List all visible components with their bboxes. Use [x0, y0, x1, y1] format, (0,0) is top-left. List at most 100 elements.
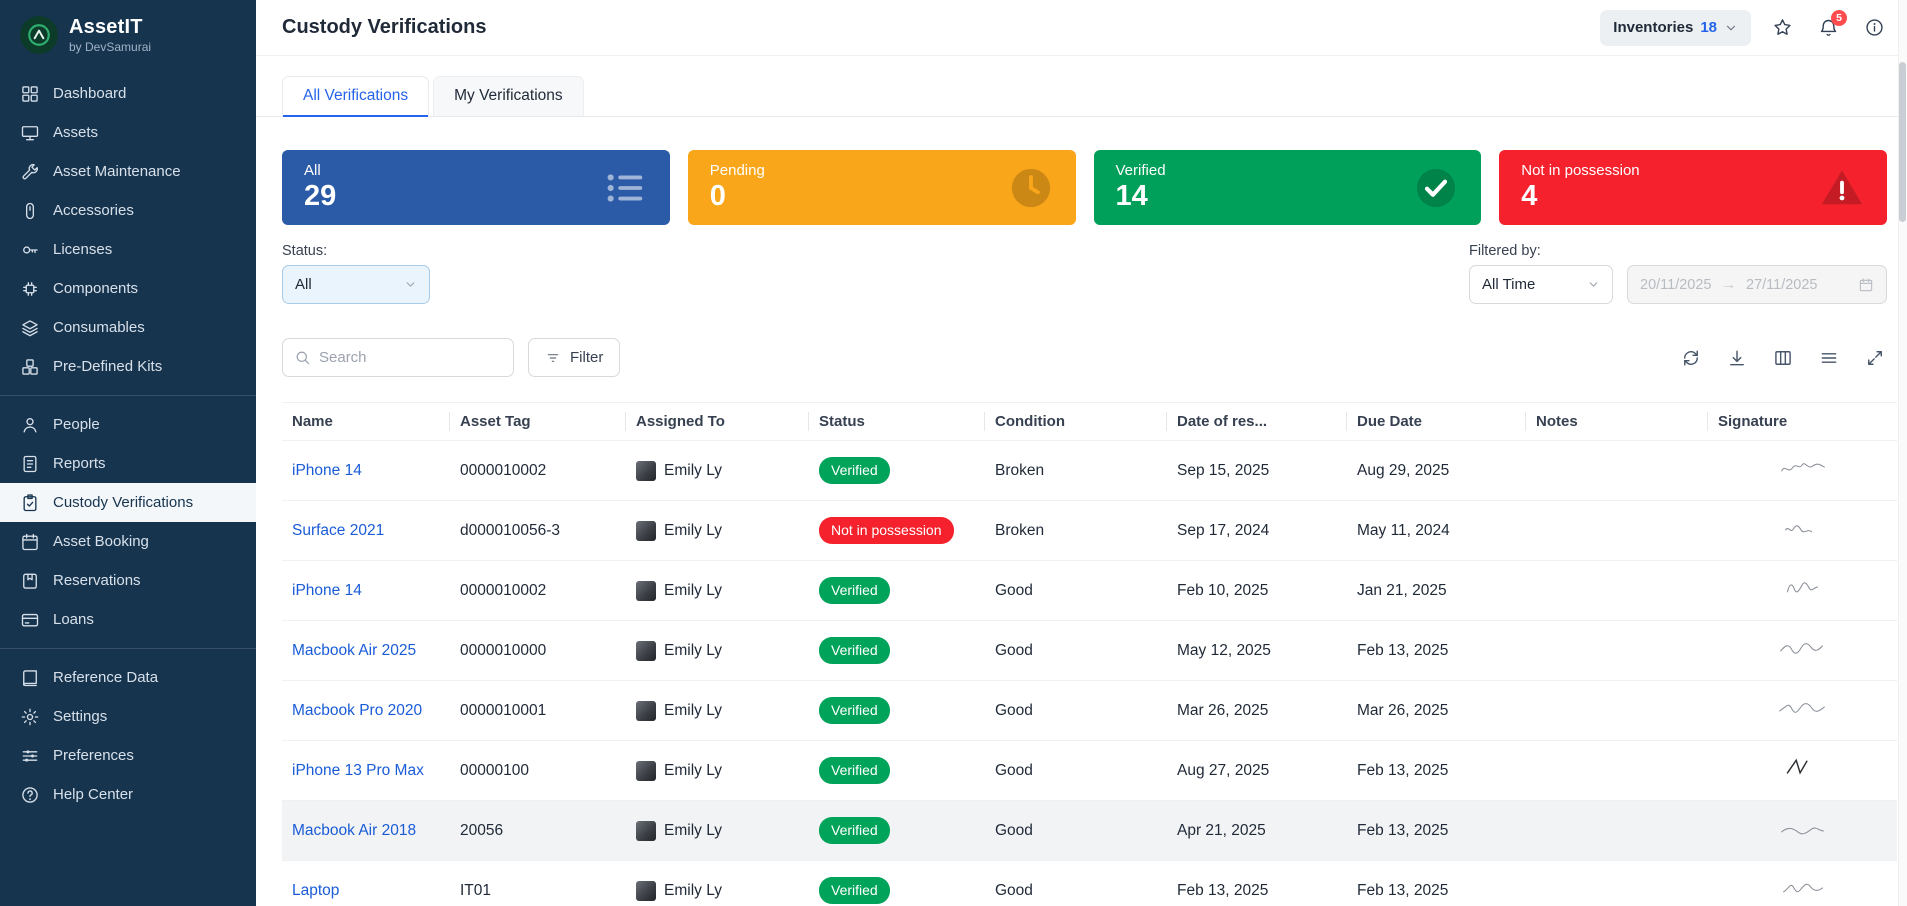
filter-button-label: Filter: [570, 349, 603, 366]
condition-value: Good: [995, 762, 1033, 779]
avatar: [636, 701, 656, 721]
sidebar-item-assets[interactable]: Assets: [0, 113, 256, 152]
table-row[interactable]: iPhone 140000010002Emily LyVerifiedGoodF…: [282, 561, 1897, 621]
asset-name-link[interactable]: Macbook Air 2025: [292, 642, 416, 659]
expand-button[interactable]: [1863, 346, 1887, 370]
notifications-button[interactable]: 5: [1813, 13, 1843, 43]
column-header-due-date[interactable]: Due Date: [1347, 403, 1526, 441]
asset-name-link[interactable]: Macbook Air 2018: [292, 822, 416, 839]
column-header-signature[interactable]: Signature: [1708, 403, 1897, 441]
sidebar-item-help-center[interactable]: Help Center: [0, 775, 256, 814]
column-header-notes[interactable]: Notes: [1526, 403, 1708, 441]
asset-name-link[interactable]: iPhone 14: [292, 462, 362, 479]
sidebar-item-dashboard[interactable]: Dashboard: [0, 74, 256, 113]
column-header-assigned-to[interactable]: Assigned To: [626, 403, 809, 441]
sidebar-item-label: Pre-Defined Kits: [53, 358, 162, 375]
date-range-picker[interactable]: 20/11/2025 → 27/11/2025: [1627, 265, 1887, 304]
filter-button[interactable]: Filter: [528, 338, 620, 377]
table-row[interactable]: Macbook Air 201820056Emily LyVerifiedGoo…: [282, 801, 1897, 861]
stat-card-not-in-possession[interactable]: Not in possession4: [1499, 150, 1887, 225]
sidebar: AssetIT by DevSamurai DashboardAssetsAss…: [0, 0, 256, 906]
sidebar-item-asset-booking[interactable]: Asset Booking: [0, 522, 256, 561]
favorite-star-button[interactable]: [1767, 13, 1797, 43]
density-button[interactable]: [1817, 346, 1841, 370]
asset-name-link[interactable]: Surface 2021: [292, 522, 384, 539]
vertical-scrollbar[interactable]: [1898, 0, 1907, 906]
avatar: [636, 461, 656, 481]
sidebar-item-reference-data[interactable]: Reference Data: [0, 658, 256, 697]
sync-icon: [1681, 348, 1701, 368]
app-name: AssetIT: [69, 16, 151, 39]
sidebar-item-label: Consumables: [53, 319, 145, 336]
sidebar-item-settings[interactable]: Settings: [0, 697, 256, 736]
avatar: [636, 581, 656, 601]
sidebar-item-label: Loans: [53, 611, 94, 628]
assignee-name: Emily Ly: [664, 702, 722, 720]
sidebar-item-components[interactable]: Components: [0, 269, 256, 308]
column-header-status[interactable]: Status: [809, 403, 985, 441]
column-header-condition[interactable]: Condition: [985, 403, 1167, 441]
dashboard-icon: [20, 84, 40, 104]
column-header-asset-tag[interactable]: Asset Tag: [450, 403, 626, 441]
sidebar-divider: [0, 395, 256, 396]
columns-button[interactable]: [1771, 346, 1795, 370]
download-button[interactable]: [1725, 346, 1749, 370]
condition-value: Good: [995, 642, 1033, 659]
column-header-name[interactable]: Name: [282, 403, 450, 441]
assignee-cell: Emily Ly: [636, 821, 799, 841]
table-row[interactable]: Surface 2021d000010056-3Emily LyNot in p…: [282, 501, 1897, 561]
condition-value: Broken: [995, 522, 1044, 539]
sidebar-item-accessories[interactable]: Accessories: [0, 191, 256, 230]
table-row[interactable]: Macbook Pro 20200000010001Emily LyVerifi…: [282, 681, 1897, 741]
asset-name-link[interactable]: iPhone 14: [292, 582, 362, 599]
stat-card-all[interactable]: All29: [282, 150, 670, 225]
filters-row: Status: All Filtered by: All Time 20/11/…: [282, 243, 1887, 304]
info-button[interactable]: [1859, 13, 1889, 43]
sidebar-item-pre-defined-kits[interactable]: Pre-Defined Kits: [0, 347, 256, 386]
asset-name-link[interactable]: Macbook Pro 2020: [292, 702, 422, 719]
status-badge: Verified: [819, 817, 890, 844]
stat-card-pending[interactable]: Pending0: [688, 150, 1076, 225]
status-badge: Verified: [819, 757, 890, 784]
sidebar-item-licenses[interactable]: Licenses: [0, 230, 256, 269]
sidebar-item-reservations[interactable]: Reservations: [0, 561, 256, 600]
sidebar-item-custody-verifications[interactable]: Custody Verifications: [0, 483, 256, 522]
app-logo[interactable]: AssetIT by DevSamurai: [0, 0, 256, 68]
column-header-date-of-res[interactable]: Date of res...: [1167, 403, 1347, 441]
asset-name-link[interactable]: iPhone 13 Pro Max: [292, 762, 424, 779]
due-date: Feb 13, 2025: [1357, 822, 1448, 839]
sidebar-item-reports[interactable]: Reports: [0, 444, 256, 483]
stat-card-label: Verified: [1116, 162, 1166, 179]
table-row[interactable]: LaptopIT01Emily LyVerifiedGoodFeb 13, 20…: [282, 861, 1897, 906]
sidebar-item-loans[interactable]: Loans: [0, 600, 256, 639]
sidebar-item-preferences[interactable]: Preferences: [0, 736, 256, 775]
status-select[interactable]: All: [282, 265, 430, 304]
tab-my-verifications[interactable]: My Verifications: [433, 76, 584, 116]
table-row[interactable]: iPhone 13 Pro Max00000100Emily LyVerifie…: [282, 741, 1897, 801]
avatar: [636, 641, 656, 661]
avatar: [636, 881, 656, 901]
time-range-select[interactable]: All Time: [1469, 265, 1613, 304]
date-of-reservation: Feb 10, 2025: [1177, 582, 1268, 599]
scrollbar-thumb[interactable]: [1899, 62, 1906, 222]
inventories-button[interactable]: Inventories 18: [1600, 10, 1751, 46]
sidebar-item-people[interactable]: People: [0, 405, 256, 444]
calendar-icon: [1858, 277, 1874, 293]
condition-value: Good: [995, 882, 1033, 899]
signature-image: [1772, 876, 1834, 900]
table-row[interactable]: iPhone 140000010002Emily LyVerifiedBroke…: [282, 441, 1897, 501]
inventories-count: 18: [1700, 19, 1717, 36]
due-date: Aug 29, 2025: [1357, 462, 1449, 479]
sync-button[interactable]: [1679, 346, 1703, 370]
sidebar-item-asset-maintenance[interactable]: Asset Maintenance: [0, 152, 256, 191]
sidebar-item-consumables[interactable]: Consumables: [0, 308, 256, 347]
status-filter-label: Status:: [282, 243, 430, 259]
assets-icon: [20, 123, 40, 143]
search-input[interactable]: [319, 349, 518, 366]
tab-all-verifications[interactable]: All Verifications: [282, 76, 429, 116]
date-of-reservation: Sep 17, 2024: [1177, 522, 1269, 539]
stat-card-verified[interactable]: Verified14: [1094, 150, 1482, 225]
table-row[interactable]: Macbook Air 20250000010000Emily LyVerifi…: [282, 621, 1897, 681]
assignee-cell: Emily Ly: [636, 701, 799, 721]
asset-name-link[interactable]: Laptop: [292, 882, 339, 899]
